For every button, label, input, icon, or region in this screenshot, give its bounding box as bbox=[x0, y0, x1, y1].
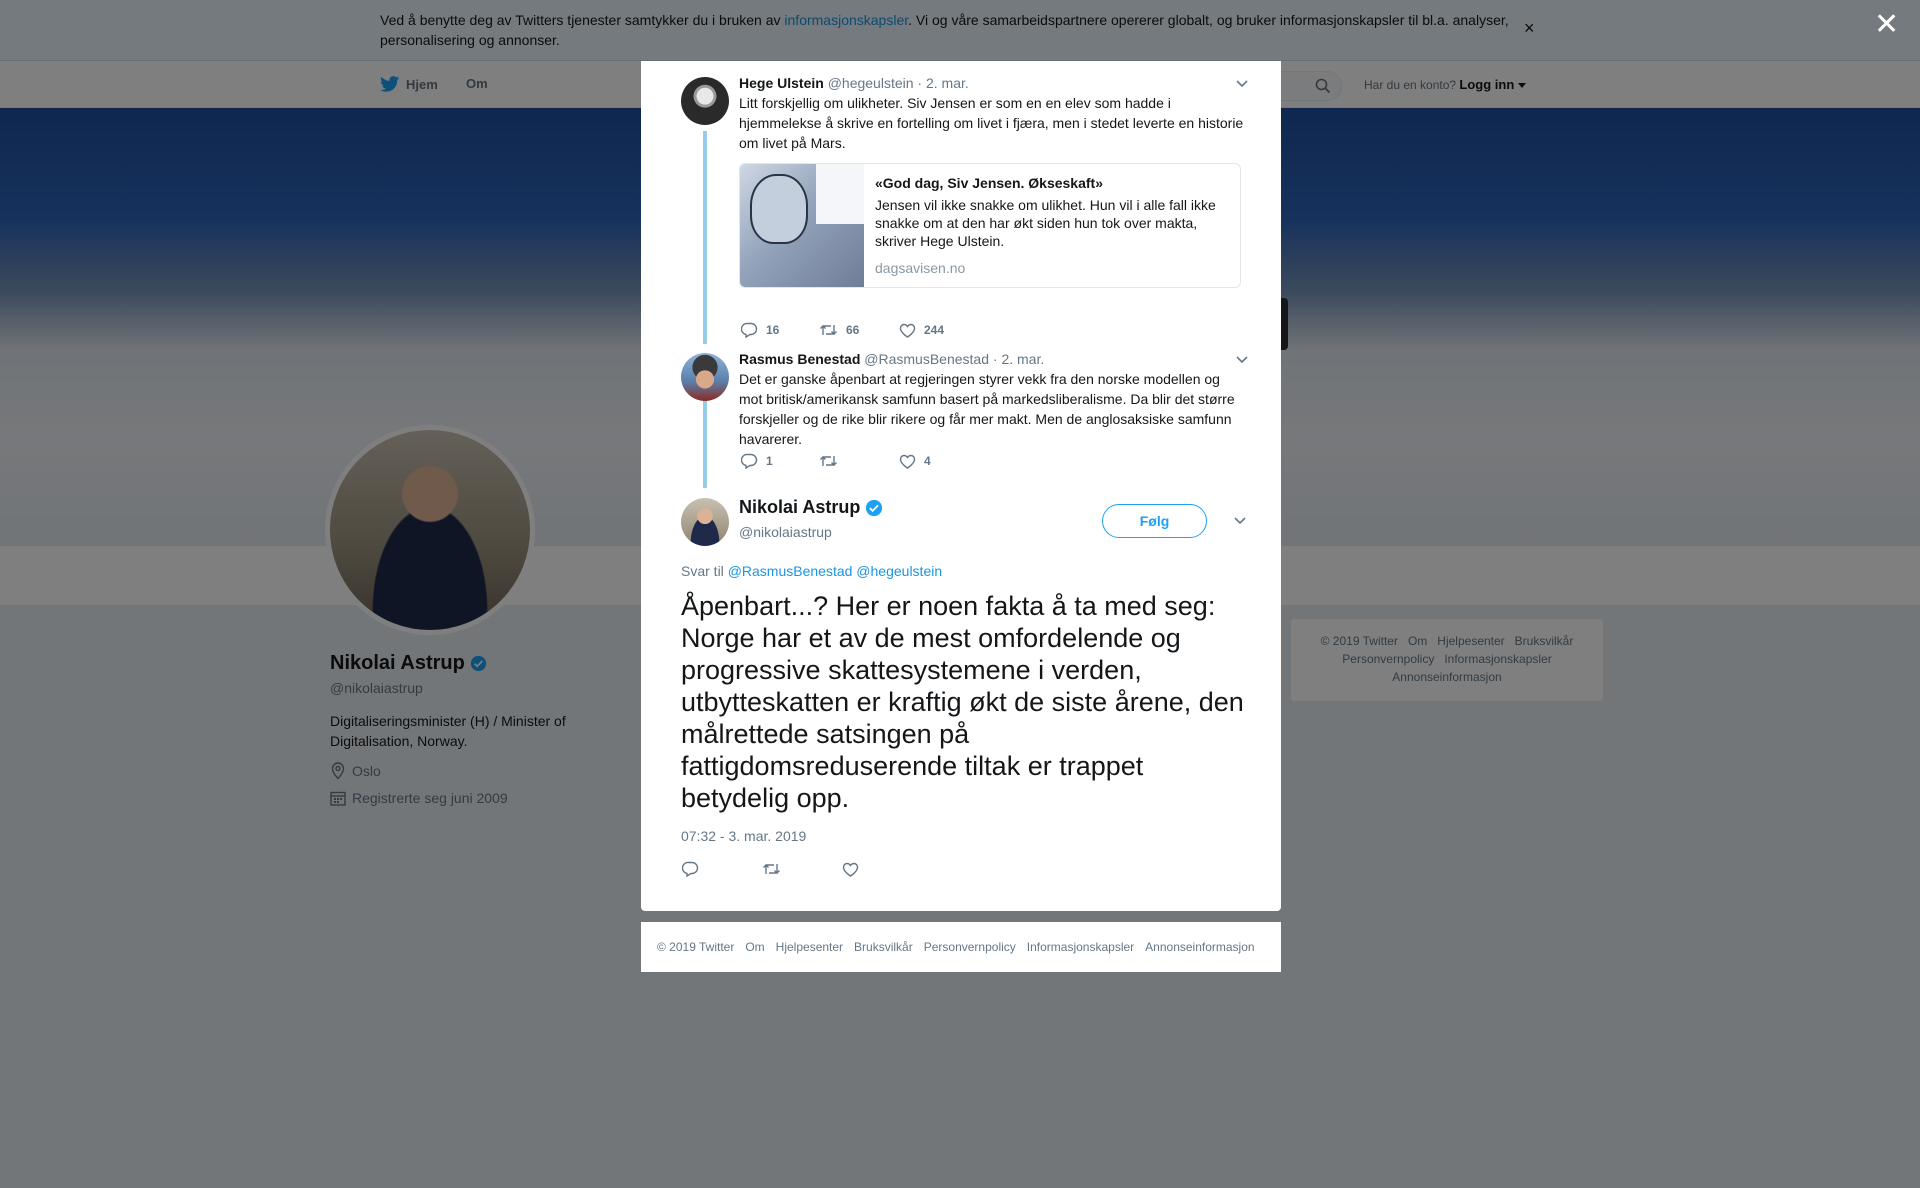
retweet-button[interactable] bbox=[762, 862, 842, 876]
reply-count: 1 bbox=[766, 454, 773, 468]
modal-footer: © 2019 Twitter Om Hjelpesenter Bruksvilk… bbox=[641, 922, 1281, 972]
retweet-button[interactable]: 66 bbox=[819, 323, 899, 337]
retweet-count: 66 bbox=[846, 323, 860, 337]
retweet-icon bbox=[820, 325, 837, 335]
verified-badge-icon bbox=[866, 499, 883, 516]
heart-icon bbox=[899, 323, 916, 338]
card-image bbox=[740, 164, 864, 287]
tweet-actions: 16 66 244 bbox=[741, 322, 944, 338]
thread-line bbox=[703, 131, 707, 344]
tweet-text: Det er ganske åpenbart at regjeringen st… bbox=[739, 371, 1235, 447]
card-title: «God dag, Siv Jensen. Økseskaft» bbox=[875, 175, 1103, 191]
main-tweet-timestamp[interactable]: 07:32 - 3. mar. 2019 bbox=[681, 828, 806, 844]
tweet-author-handle[interactable]: @RasmusBenestad bbox=[864, 351, 989, 367]
reply-button[interactable]: 1 bbox=[741, 453, 819, 469]
card-description: Jensen vil ikke snakke om ulikhet. Hun v… bbox=[875, 197, 1216, 249]
tweet-actions: 1 4 bbox=[741, 453, 931, 469]
follow-button[interactable]: Følg bbox=[1102, 504, 1207, 538]
heart-icon bbox=[842, 862, 859, 877]
caret-down-icon[interactable] bbox=[1235, 79, 1249, 89]
main-tweet-text: Åpenbart...? Her er noen fakta å ta med … bbox=[681, 591, 1244, 813]
footer-help[interactable]: Hjelpesenter bbox=[776, 940, 843, 954]
reply-icon bbox=[682, 861, 699, 877]
reply-to-prefix: Svar til bbox=[681, 563, 728, 579]
like-button[interactable] bbox=[842, 862, 859, 877]
like-count: 244 bbox=[924, 323, 945, 337]
mention-rasmus[interactable]: @RasmusBenestad bbox=[728, 563, 853, 579]
card-illustration-face bbox=[750, 174, 808, 244]
reply-count: 16 bbox=[766, 323, 780, 337]
caret-down-icon[interactable] bbox=[1235, 355, 1249, 365]
main-tweet-actions bbox=[682, 861, 859, 877]
link-card[interactable]: «God dag, Siv Jensen. Økseskaft» Jensen … bbox=[739, 163, 1241, 288]
tweet-author-handle[interactable]: @hegeulstein bbox=[828, 75, 914, 91]
footer-copyright: © 2019 Twitter bbox=[657, 940, 735, 954]
retweet-icon bbox=[763, 864, 780, 874]
avatar[interactable] bbox=[681, 353, 729, 401]
avatar[interactable] bbox=[681, 77, 729, 125]
like-button[interactable]: 4 bbox=[899, 454, 931, 469]
footer-terms[interactable]: Bruksvilkår bbox=[854, 940, 913, 954]
like-count: 4 bbox=[924, 454, 931, 468]
tweet-header: Rasmus Benestad @RasmusBenestad · 2. mar… bbox=[739, 351, 1244, 367]
like-button[interactable]: 244 bbox=[899, 323, 944, 338]
tweet-date[interactable]: · 2. mar. bbox=[993, 351, 1044, 367]
tweet-header: Hege Ulstein @hegeulstein · 2. mar. bbox=[739, 75, 1244, 91]
main-tweet-author-name: Nikolai Astrup bbox=[739, 497, 861, 517]
reply-button[interactable]: 16 bbox=[741, 322, 819, 338]
reply-icon bbox=[741, 322, 758, 338]
tweet-text: Litt forskjellig om ulikheter. Siv Jense… bbox=[739, 95, 1244, 151]
reply-to-line: Svar til @RasmusBenestad @hegeulstein bbox=[681, 563, 942, 579]
tweet-date[interactable]: · 2. mar. bbox=[917, 75, 968, 91]
footer-cookies[interactable]: Informasjonskapsler bbox=[1027, 940, 1134, 954]
reply-button[interactable] bbox=[682, 861, 762, 877]
tweet-author-name[interactable]: Hege Ulstein bbox=[739, 75, 824, 91]
thread-line bbox=[703, 400, 707, 488]
tweet-author-name[interactable]: Rasmus Benestad bbox=[739, 351, 860, 367]
footer-about[interactable]: Om bbox=[745, 940, 764, 954]
heart-icon bbox=[899, 454, 916, 469]
reply-icon bbox=[741, 453, 758, 469]
retweet-button[interactable] bbox=[819, 454, 899, 468]
card-domain: dagsavisen.no bbox=[875, 260, 966, 276]
card-illustration-board bbox=[816, 164, 864, 224]
close-icon[interactable]: ✕ bbox=[1874, 10, 1899, 40]
avatar[interactable] bbox=[681, 498, 729, 546]
tweet-modal: Hege Ulstein @hegeulstein · 2. mar. Litt… bbox=[641, 61, 1281, 911]
footer-privacy[interactable]: Personvernpolicy bbox=[924, 940, 1016, 954]
caret-down-icon[interactable] bbox=[1233, 516, 1247, 526]
retweet-icon bbox=[820, 456, 837, 466]
footer-ads[interactable]: Annonseinformasjon bbox=[1145, 940, 1254, 954]
mention-hege[interactable]: @hegeulstein bbox=[856, 563, 942, 579]
